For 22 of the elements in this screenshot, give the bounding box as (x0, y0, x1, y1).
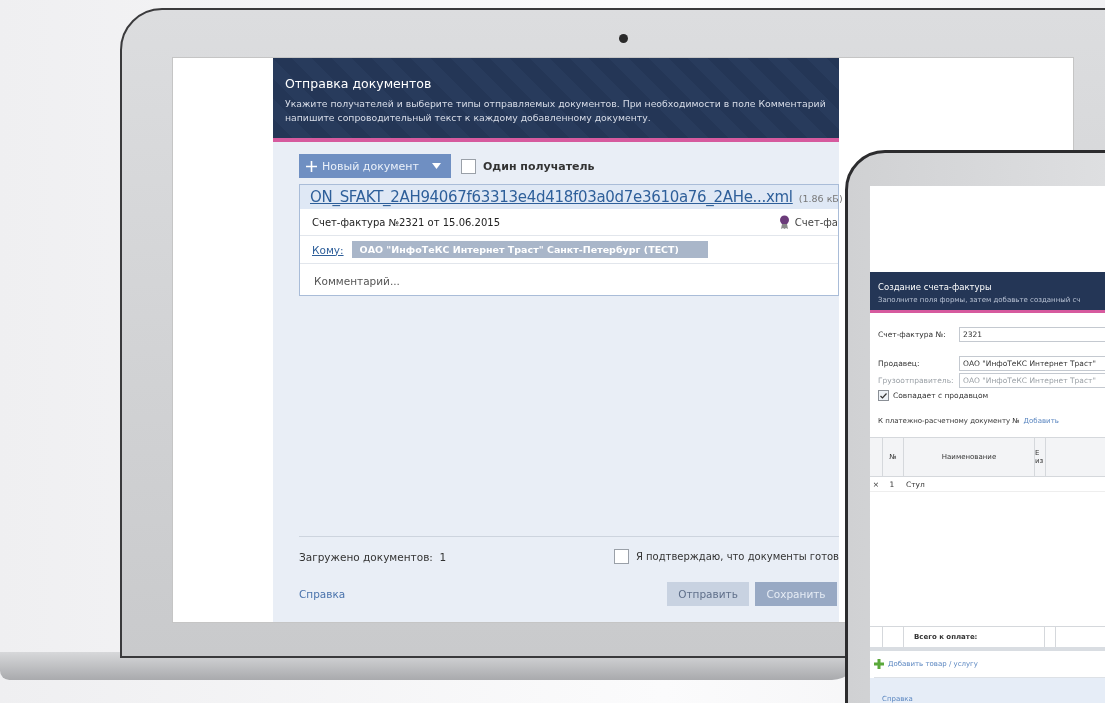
document-type: Счет-фа (794, 216, 838, 228)
dialog-description: Укажите получателей и выберите типы отправляемых документов. При необходимости в поле Комментарий напишите сопроводительный текст к каждому добавленному документу. (285, 97, 827, 125)
camera-icon (619, 34, 628, 43)
form-title: Создание счета-фактуры (878, 282, 993, 292)
plus-icon (874, 659, 884, 669)
plus-icon (306, 160, 317, 172)
single-recipient-checkbox[interactable] (461, 158, 476, 174)
confirm-checkbox[interactable] (613, 549, 629, 564)
uploaded-count: Загружено документов: 1 (299, 550, 447, 563)
comment-field[interactable]: Комментарий... (312, 274, 830, 288)
invoice-title: Счет-фактура №2321 от 15.06.2015 (312, 216, 500, 228)
confirm-label: Я подтверждаю, что документы готов (635, 551, 839, 562)
seal-icon (778, 215, 790, 229)
help-link[interactable]: Справка (299, 588, 346, 600)
same-as-seller-checkbox[interactable] (878, 390, 889, 401)
recipient-link[interactable]: Кому: (312, 243, 344, 256)
dialog-title: Отправка документов (285, 76, 433, 91)
new-document-button[interactable]: Новый документ (299, 154, 451, 178)
file-size: (1.86 кБ) (798, 193, 843, 204)
single-recipient-label: Один получатель (483, 159, 595, 173)
caret-icon (432, 163, 441, 169)
file-name-link[interactable]: ON_SFAKT_2AH94067f63313e4d418f03a0d7e3610a76_2AHe...xml (310, 188, 793, 206)
